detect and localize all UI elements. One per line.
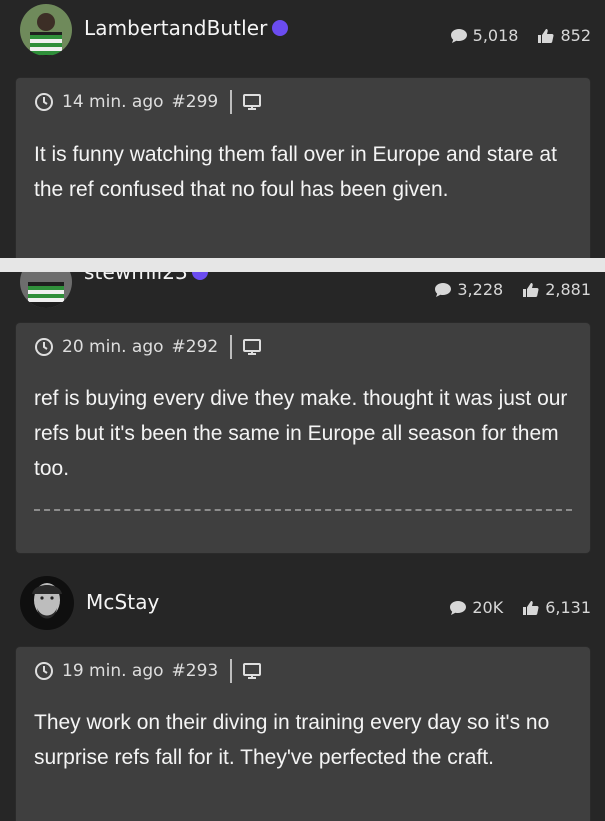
thumbs-up-icon (523, 600, 539, 615)
user-stats: 3,228 2,881 (433, 280, 591, 299)
post-number[interactable]: #292 (172, 337, 219, 357)
like-count: 852 (536, 26, 591, 45)
timestamp: 14 min. ago (62, 92, 164, 112)
comment-meta: 20 min. ago #292 (34, 335, 262, 359)
comment-count-text: 20K (472, 598, 504, 617)
monitor-icon (243, 94, 262, 110)
comment-card: 19 min. ago #293 They work on their divi… (16, 647, 590, 821)
dashed-separator (34, 509, 572, 511)
timestamp: 20 min. ago (62, 337, 164, 357)
avatar[interactable] (20, 4, 72, 56)
like-count-text: 6,131 (545, 598, 591, 617)
timestamp: 19 min. ago (62, 661, 164, 681)
comment-text: It is funny watching them fall over in E… (34, 143, 557, 201)
thumbs-up-icon (523, 282, 539, 297)
comment-card: 20 min. ago #292 ref is buying every div… (16, 323, 590, 553)
clock-icon (35, 662, 53, 680)
username-text[interactable]: McStay (86, 590, 159, 614)
like-count: 6,131 (521, 598, 591, 617)
avatar[interactable] (20, 272, 72, 308)
comment-thread-bottom: stewmil23 3,228 2,881 20 min. ago #292 r… (0, 272, 605, 821)
username[interactable]: McStay (86, 590, 159, 614)
comment-text: ref is buying every dive they make. thou… (34, 387, 568, 480)
post-header: LambertandButler 5,018 852 (0, 0, 605, 60)
username-text[interactable]: stewmil23 (84, 272, 188, 284)
username[interactable]: LambertandButler (84, 16, 288, 40)
username-text[interactable]: LambertandButler (84, 16, 268, 40)
comments-feed: LambertandButler 5,018 852 14 min. ago #… (0, 0, 605, 821)
verified-dot-icon (191, 272, 208, 280)
speech-bubble-icon (450, 600, 467, 615)
post-header: McStay 20K 6,131 (0, 572, 605, 632)
clock-icon (35, 93, 53, 111)
comment-meta: 14 min. ago #299 (34, 90, 262, 114)
meta-divider (230, 335, 233, 359)
post-number[interactable]: #299 (172, 92, 219, 112)
post-number[interactable]: #293 (172, 661, 219, 681)
comment-count: 20K (448, 598, 503, 617)
user-stats: 5,018 852 (449, 26, 591, 45)
comment-count: 5,018 (449, 26, 519, 45)
speech-bubble-icon (450, 28, 467, 43)
speech-bubble-icon (435, 282, 452, 297)
like-count-text: 852 (560, 26, 591, 45)
post-header: stewmil23 3,228 2,881 (0, 272, 605, 316)
monitor-icon (243, 339, 262, 355)
clock-icon (35, 338, 53, 356)
comment-text: They work on their diving in training ev… (34, 711, 550, 769)
meta-divider (230, 90, 233, 114)
like-count-text: 2,881 (545, 280, 591, 299)
comment-count-text: 3,228 (457, 280, 504, 299)
verified-dot-icon (271, 19, 288, 36)
comment-count: 3,228 (433, 280, 503, 299)
comment-count-text: 5,018 (472, 26, 519, 45)
section-divider (0, 258, 605, 272)
comment-thread-top: LambertandButler 5,018 852 14 min. ago #… (0, 0, 605, 258)
comment-card: 14 min. ago #299 It is funny watching th… (16, 78, 590, 258)
like-count: 2,881 (521, 280, 591, 299)
user-stats: 20K 6,131 (448, 598, 591, 617)
thumbs-up-icon (538, 28, 554, 43)
username[interactable]: stewmil23 (84, 272, 208, 284)
comment-meta: 19 min. ago #293 (34, 659, 262, 683)
monitor-icon (243, 663, 262, 679)
avatar[interactable] (20, 576, 74, 630)
meta-divider (230, 659, 233, 683)
